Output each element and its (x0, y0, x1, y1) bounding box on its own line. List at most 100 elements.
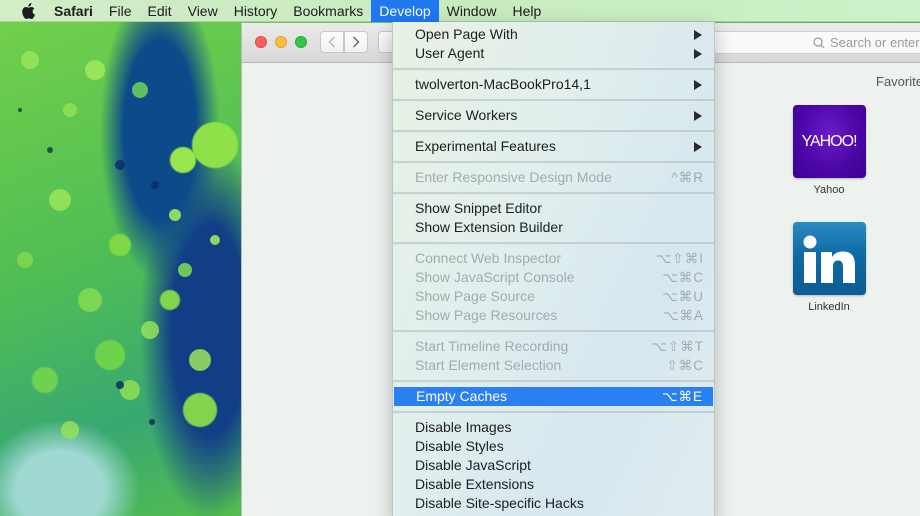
search-icon (813, 36, 825, 48)
menu-item-label: Open Page With (415, 26, 518, 42)
wallpaper-bubble (21, 51, 39, 69)
submenu-arrow-icon (694, 79, 702, 90)
menu-bookmarks[interactable]: Bookmarks (285, 0, 371, 22)
menu-item-show-page-source: Show Page Source ⌥⌘U (393, 287, 714, 306)
menu-separator (393, 156, 714, 168)
apple-logo-icon (22, 2, 35, 19)
wallpaper-bubble (178, 263, 192, 277)
menu-separator (393, 125, 714, 137)
menu-item-label: Empty Caches (416, 388, 508, 404)
forward-button[interactable] (344, 31, 368, 53)
menu-item-show-extension-builder[interactable]: Show Extension Builder (393, 218, 714, 237)
menu-item-start-element-selection: Start Element Selection ⇧⌘C (393, 356, 714, 375)
menu-item-label: Disable Extensions (415, 476, 535, 492)
menu-item-disable-images[interactable]: Disable Images (393, 418, 714, 437)
chevron-right-icon (352, 36, 360, 48)
menu-develop[interactable]: Develop (371, 0, 439, 22)
minimize-window-button[interactable] (275, 36, 287, 48)
menu-item-enter-responsive-design-mode: Enter Responsive Design Mode ^⌘R (393, 168, 714, 187)
menu-item-label: Enter Responsive Design Mode (415, 169, 612, 185)
wallpaper-bubble (210, 235, 220, 245)
menu-item-show-page-resources: Show Page Resources ⌥⌘A (393, 306, 714, 325)
keyboard-shortcut: ⌥⌘C (662, 270, 704, 285)
menu-item-label: Connect Web Inspector (415, 250, 562, 266)
chevron-left-icon (328, 36, 336, 48)
linkedin-in-glyph (803, 235, 855, 283)
menu-item-connect-web-inspector: Connect Web Inspector ⌥⇧⌘I (393, 249, 714, 268)
back-button[interactable] (320, 31, 344, 53)
menu-view[interactable]: View (180, 0, 226, 22)
menu-item-experimental-features[interactable]: Experimental Features (393, 137, 714, 156)
submenu-arrow-icon (694, 48, 702, 59)
wallpaper-bubble (18, 108, 22, 112)
menu-item-service-workers[interactable]: Service Workers (393, 106, 714, 125)
menu-window[interactable]: Window (439, 0, 505, 22)
submenu-arrow-icon (694, 141, 702, 152)
menu-item-label: Show Page Source (415, 288, 535, 304)
menu-item-label: Experimental Features (415, 138, 556, 154)
menu-item-label: Disable JavaScript (415, 457, 531, 473)
wallpaper-bubble (169, 209, 181, 221)
keyboard-shortcut: ⌥⌘U (662, 289, 704, 304)
zoom-window-button[interactable] (295, 36, 307, 48)
menu-separator (393, 187, 714, 199)
wallpaper-bubble (47, 147, 53, 153)
menu-item-label: Show Extension Builder (415, 219, 563, 235)
keyboard-shortcut: ⌥⌘E (661, 389, 703, 404)
wallpaper-bubble (189, 349, 211, 371)
favorites-heading: Favorites (876, 74, 920, 89)
menu-safari[interactable]: Safari (48, 0, 101, 22)
apple-menu-icon[interactable] (8, 0, 48, 22)
yahoo-tile-text: YAHOO! (801, 132, 857, 150)
keyboard-shortcut: ^⌘R (671, 170, 704, 185)
wallpaper-bubble (116, 381, 124, 389)
menu-item-label: twolverton-MacBookPro14,1 (415, 76, 591, 92)
menu-item-label: Start Element Selection (415, 357, 562, 373)
menu-item-label: Service Workers (415, 107, 518, 123)
menu-item-disable-site-specific-hacks[interactable]: Disable Site-specific Hacks (393, 494, 714, 513)
wallpaper-bubble (78, 288, 102, 312)
menu-item-empty-caches[interactable]: Empty Caches ⌥⌘E (394, 387, 713, 406)
menu-item-disable-javascript[interactable]: Disable JavaScript (393, 456, 714, 475)
yahoo-logo-icon: YAHOO! (792, 105, 866, 178)
favorite-linkedin[interactable]: LinkedIn (792, 222, 866, 313)
menu-item-label: Show Snippet Editor (415, 200, 542, 216)
address-placeholder: Search or enter (830, 35, 920, 50)
keyboard-shortcut: ⇧⌘C (666, 358, 704, 373)
menu-item-label: User Agent (415, 45, 485, 61)
menu-separator (393, 237, 714, 249)
menu-separator (393, 375, 714, 387)
wallpaper-bubble (132, 82, 148, 98)
menu-separator (393, 63, 714, 75)
address-bar[interactable]: Search or enter (712, 31, 920, 54)
wallpaper-bubble (49, 189, 71, 211)
menu-item-show-javascript-console: Show JavaScript Console ⌥⌘C (393, 268, 714, 287)
menu-separator (393, 94, 714, 106)
keyboard-shortcut: ⌥⇧⌘I (655, 251, 704, 266)
menu-file[interactable]: File (101, 0, 140, 22)
menu-edit[interactable]: Edit (139, 0, 179, 22)
submenu-arrow-icon (694, 29, 702, 40)
keyboard-shortcut: ⌥⌘A (662, 308, 704, 323)
favorite-label: Yahoo (813, 184, 845, 196)
favorite-yahoo[interactable]: YAHOO! Yahoo (792, 105, 866, 196)
wallpaper-bubble (61, 421, 79, 439)
menu-separator (393, 325, 714, 337)
menu-separator (393, 406, 714, 418)
menu-item-user-agent[interactable]: User Agent (393, 44, 714, 63)
menu-help[interactable]: Help (504, 0, 549, 22)
wallpaper-bubble (63, 103, 77, 117)
menu-item-disable-styles[interactable]: Disable Styles (393, 437, 714, 456)
menu-item-show-snippet-editor[interactable]: Show Snippet Editor (393, 199, 714, 218)
develop-menu: Open Page With User Agent twolverton-MacBo… (392, 22, 715, 516)
menu-item-label: Start Timeline Recording (415, 338, 569, 354)
menu-bar: Safari File Edit View History Bookmarks … (0, 0, 920, 22)
menu-item-twolverton-macbookpro14-1[interactable]: twolverton-MacBookPro14,1 (393, 75, 714, 94)
menu-item-disable-extensions[interactable]: Disable Extensions (393, 475, 714, 494)
wallpaper-bubble (85, 60, 105, 80)
menu-history[interactable]: History (226, 0, 286, 22)
menu-item-label: Disable Styles (415, 438, 504, 454)
menu-item-label: Show Page Resources (415, 307, 558, 323)
menu-item-open-page-with[interactable]: Open Page With (393, 25, 714, 44)
close-window-button[interactable] (255, 36, 267, 48)
